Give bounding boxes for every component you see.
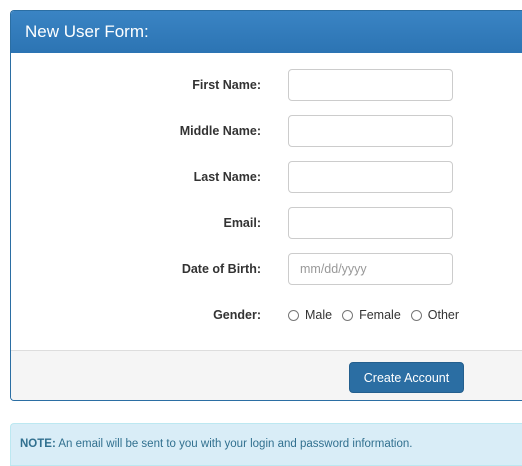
first-name-input[interactable] xyxy=(288,69,453,101)
gender-option-label: Male xyxy=(305,308,333,322)
last-name-label: Last Name: xyxy=(193,170,261,184)
middle-name-label: Middle Name: xyxy=(179,124,261,138)
email-input[interactable] xyxy=(288,207,453,239)
last-name-input[interactable] xyxy=(288,161,453,193)
form-row-date-of-birth: Date of Birth: xyxy=(11,253,522,285)
panel-footer: Create Account xyxy=(11,350,522,400)
form-row-email: Email: xyxy=(11,207,522,239)
gender-label: Gender: xyxy=(213,308,261,322)
email-label: Email: xyxy=(223,216,261,230)
new-user-form-panel: New User Form: First Name: Middle Name: … xyxy=(10,10,522,401)
form-row-first-name: First Name: xyxy=(11,69,522,101)
gender-radio-other[interactable]: Other xyxy=(410,308,460,322)
radio-button[interactable] xyxy=(288,309,299,321)
gender-radio-male[interactable]: Male xyxy=(288,308,332,322)
note-text: An email will be sent to you with your l… xyxy=(55,438,413,450)
gender-option-label: Female xyxy=(359,308,401,322)
info-note: NOTE: An email will be sent to you with … xyxy=(10,423,522,466)
note-prefix: NOTE: xyxy=(20,438,56,450)
first-name-label: First Name: xyxy=(192,78,261,92)
date-of-birth-input[interactable] xyxy=(288,253,453,285)
panel-title: New User Form: xyxy=(11,11,522,53)
gender-option-label: Other xyxy=(427,308,460,322)
radio-button[interactable] xyxy=(410,309,422,321)
middle-name-input[interactable] xyxy=(288,115,453,147)
form-row-last-name: Last Name: xyxy=(11,161,522,193)
radio-button[interactable] xyxy=(342,309,354,321)
gender-radio-female[interactable]: Female xyxy=(342,308,401,322)
form-row-middle-name: Middle Name: xyxy=(11,115,522,147)
create-account-button[interactable]: Create Account xyxy=(349,362,464,393)
gender-radio-group: Male Female Other xyxy=(288,299,469,331)
form-row-gender: Gender: Male Female Other xyxy=(11,299,522,331)
date-of-birth-label: Date of Birth: xyxy=(181,262,261,276)
